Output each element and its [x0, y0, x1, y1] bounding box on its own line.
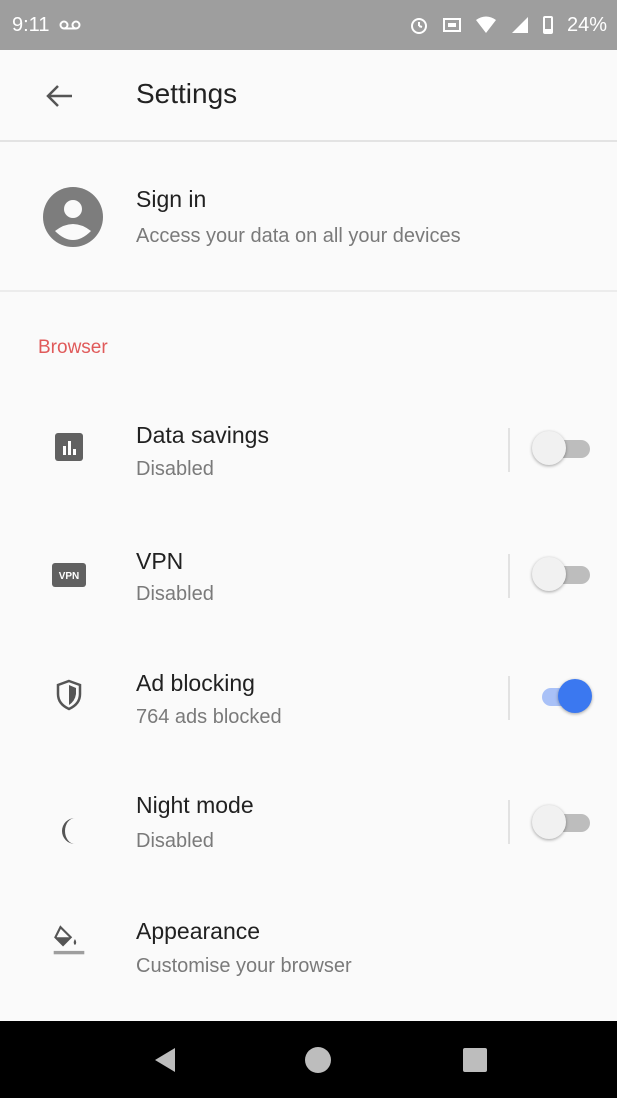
system-nav-bar — [0, 1021, 617, 1098]
ads-blocked-count: 764 ads blocked — [136, 706, 282, 728]
alarm-icon — [409, 15, 429, 35]
back-button[interactable] — [42, 78, 78, 114]
moon-icon — [52, 814, 86, 848]
battery-percent: 24% — [566, 13, 607, 36]
setting-appearance[interactable]: Appearance Customise your browser — [0, 888, 617, 1008]
shield-icon — [52, 678, 86, 712]
setting-data-savings[interactable]: Data savings Disabled — [0, 390, 617, 510]
setting-status: Disabled — [136, 458, 214, 480]
status-time: 9:11 — [12, 13, 50, 36]
voicemail-icon — [59, 19, 81, 31]
setting-title: Night mode — [136, 792, 254, 818]
setting-status: Disabled — [136, 830, 214, 852]
app-bar: Settings — [0, 50, 617, 142]
ad-blocking-toggle[interactable] — [532, 676, 594, 716]
data-savings-toggle[interactable] — [532, 428, 594, 468]
paint-bucket-icon — [52, 922, 86, 956]
setting-title: Data savings — [136, 422, 269, 448]
setting-status: Disabled — [136, 583, 214, 605]
signal-icon — [511, 16, 529, 34]
wifi-icon — [475, 16, 497, 34]
svg-text:VPN: VPN — [59, 571, 80, 582]
status-bar: 9:11 24% — [0, 0, 617, 50]
nav-recents-button[interactable] — [460, 1045, 490, 1075]
setting-ad-blocking[interactable]: Ad blocking 764 ads blocked — [0, 638, 617, 758]
account-circle-icon — [42, 186, 104, 248]
circle-home-icon — [305, 1047, 331, 1073]
page-title: Settings — [136, 78, 238, 109]
vpn-icon: VPN — [52, 558, 86, 592]
setting-title: VPN — [136, 548, 184, 574]
sign-in-title: Sign in — [136, 186, 207, 212]
setting-night-mode[interactable]: Night mode Disabled — [0, 762, 617, 882]
setting-title: Ad blocking — [136, 670, 255, 696]
setting-vpn[interactable]: VPN VPN Disabled — [0, 514, 617, 634]
square-recents-icon — [463, 1048, 487, 1072]
section-header-browser: Browser — [38, 337, 108, 358]
nav-home-button[interactable] — [303, 1045, 333, 1075]
vpn-toggle[interactable] — [532, 554, 594, 594]
divider — [508, 554, 510, 598]
sign-in-subtitle: Access your data on all your devices — [136, 225, 461, 247]
arrow-left-icon — [46, 85, 72, 107]
divider — [508, 800, 510, 844]
bar-chart-icon — [52, 430, 86, 464]
nav-back-button[interactable] — [150, 1045, 180, 1075]
battery-icon — [542, 16, 553, 34]
divider — [508, 676, 510, 720]
divider — [508, 428, 510, 472]
triangle-back-icon — [155, 1048, 175, 1072]
sign-in-row[interactable]: Sign in Access your data on all your dev… — [0, 144, 617, 292]
setting-title: Appearance — [136, 918, 261, 944]
night-mode-toggle[interactable] — [532, 802, 594, 842]
setting-status: Customise your browser — [136, 955, 352, 977]
cast-icon — [442, 17, 461, 33]
settings-screen: 9:11 24% Settings Sign in Access your da… — [0, 0, 617, 1098]
